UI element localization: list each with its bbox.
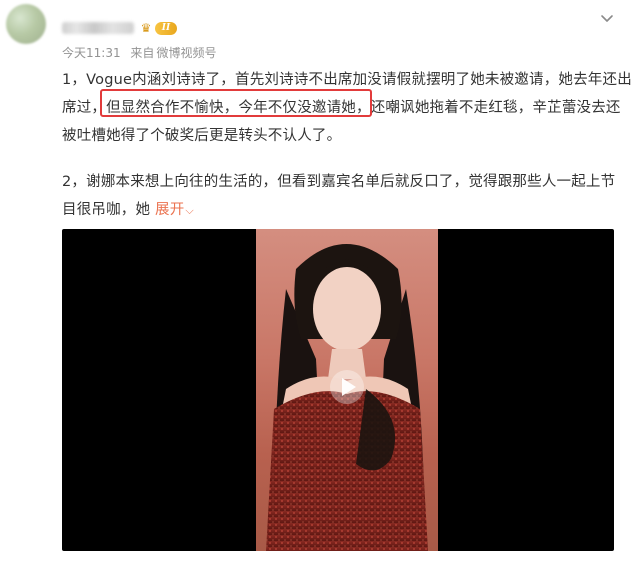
paragraph-2-line-2-text: 目很吊咖，她 (62, 202, 151, 218)
play-icon[interactable] (330, 370, 364, 404)
video-player[interactable] (62, 229, 614, 551)
expand-link[interactable]: 展开⌵ (155, 202, 194, 218)
chevron-down-icon: ⌵ (185, 204, 194, 217)
expand-label: 展开 (155, 202, 185, 218)
red-highlight-box (100, 89, 372, 117)
paragraph-1-line-3: 被吐槽她得了个破奖后更是转头不认人了。 (62, 128, 342, 144)
paragraph-2-line-2: 目很吊咖，她 展开⌵ (62, 196, 615, 225)
crown-icon: ♛ (140, 21, 152, 35)
vip-badge[interactable]: ♛ II (138, 20, 178, 36)
paragraph-2-line-1: 2，谢娜本来想上向往的生活的，但看到嘉宾名单后就反口了，觉得跟那些人一起上节 (62, 174, 616, 190)
username-blurred[interactable] (62, 22, 134, 34)
chevron-down-icon[interactable] (600, 10, 614, 24)
post-time: 今天11:31 (62, 46, 121, 60)
post-source-link[interactable]: 微博视频号 (156, 46, 216, 60)
post-meta: 今天11:31 来自 微博视频号 (62, 44, 222, 61)
source-prefix: 来自 (130, 46, 155, 60)
vip-level: II (155, 21, 177, 35)
paragraph-1-line-2-post: 还嘲讽她拖着不走红毯，辛芷蕾没去还 (370, 100, 621, 116)
user-avatar[interactable] (6, 4, 46, 44)
post-paragraph-2: 2，谢娜本来想上向往的生活的，但看到嘉宾名单后就反口了，觉得跟那些人一起上节 目… (62, 168, 615, 225)
